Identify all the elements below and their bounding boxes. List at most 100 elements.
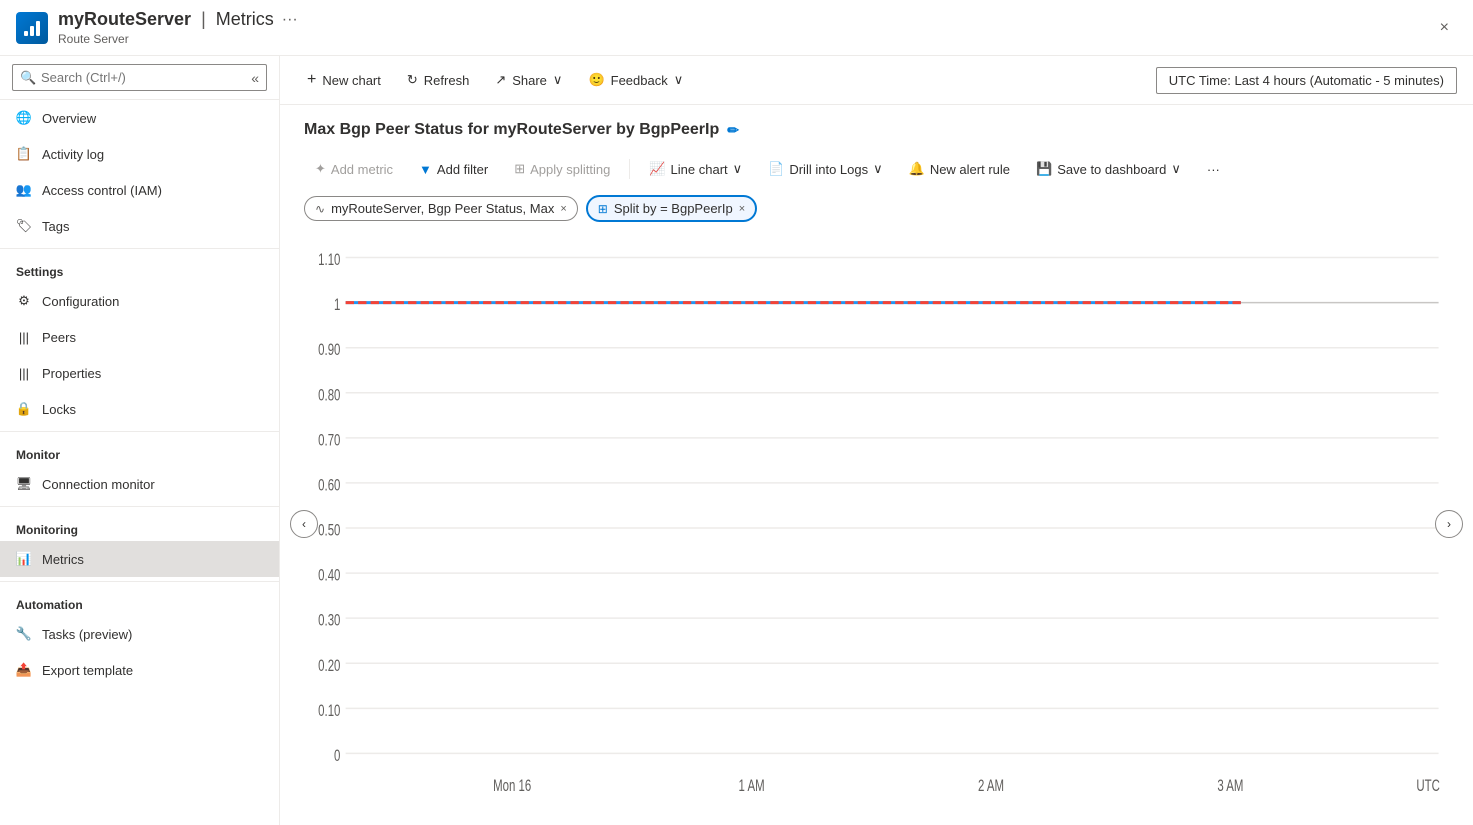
monitor-icon: 🖥	[16, 476, 32, 492]
save-to-dashboard-button[interactable]: 💾 Save to dashboard ∨	[1025, 155, 1192, 183]
sidebar-item-access-control[interactable]: 👥 Access control (IAM)	[0, 172, 279, 208]
svg-text:0.70: 0.70	[318, 431, 340, 450]
close-button[interactable]: ×	[1432, 15, 1457, 41]
logs-icon: 📄	[768, 161, 784, 177]
svg-text:0.80: 0.80	[318, 386, 340, 405]
monitoring-section-header: Monitoring	[0, 511, 279, 541]
split-pill[interactable]: ⊞ Split by = BgpPeerIp ×	[586, 195, 757, 222]
sidebar-collapse-button[interactable]: «	[251, 70, 259, 86]
main-content: + New chart ↻ Refresh ↗ Share ∨ 🙂 Feedba…	[280, 56, 1473, 825]
header-text: myRouteServer | Metrics ··· Route Server	[58, 9, 298, 46]
sidebar-item-connection-monitor-label: Connection monitor	[42, 477, 155, 492]
search-icon: 🔍	[20, 70, 36, 86]
drill-into-logs-button[interactable]: 📄 Drill into Logs ∨	[757, 155, 893, 183]
sidebar-item-export-template-label: Export template	[42, 663, 133, 678]
more-options-button[interactable]: ···	[1196, 156, 1231, 183]
split-pill-close[interactable]: ×	[739, 203, 745, 215]
add-filter-button[interactable]: ▼ Add filter	[408, 156, 499, 183]
share-chevron-icon: ∨	[553, 72, 563, 88]
sidebar-item-overview-label: Overview	[42, 111, 96, 126]
lock-icon: 🔒	[16, 401, 32, 417]
metric-pill[interactable]: ∿ myRouteServer, Bgp Peer Status, Max ×	[304, 196, 578, 221]
automation-section-header: Automation	[0, 586, 279, 616]
search-input[interactable]	[12, 64, 267, 91]
save-to-dashboard-label: Save to dashboard	[1057, 162, 1166, 177]
drill-into-logs-label: Drill into Logs	[789, 162, 868, 177]
svg-text:0.40: 0.40	[318, 567, 340, 586]
feedback-button[interactable]: 🙂 Feedback ∨	[577, 65, 694, 95]
svg-text:0.90: 0.90	[318, 341, 340, 360]
apply-splitting-label: Apply splitting	[530, 162, 610, 177]
sidebar-monitor-section: Monitor 🖥 Connection monitor	[0, 436, 279, 502]
sidebar-item-locks[interactable]: 🔒 Locks	[0, 391, 279, 427]
sidebar-divider-4	[0, 581, 279, 582]
metrics-chart-icon: 📊	[16, 551, 32, 567]
chart-nav-left[interactable]: ‹	[290, 510, 318, 538]
globe-icon: 🌐	[16, 110, 32, 126]
people-icon: 👥	[16, 182, 32, 198]
new-chart-button[interactable]: + New chart	[296, 64, 392, 96]
share-button[interactable]: ↗ Share ∨	[484, 65, 573, 95]
new-alert-rule-button[interactable]: 🔔 New alert rule	[898, 155, 1021, 183]
sidebar-divider-1	[0, 248, 279, 249]
sidebar-automation-section: Automation 🔧 Tasks (preview) 📤 Export te…	[0, 586, 279, 688]
apply-splitting-button[interactable]: ⊞ Apply splitting	[503, 155, 621, 183]
sidebar-settings-section: Settings ⚙ Configuration ||| Peers ||| P…	[0, 253, 279, 427]
sidebar-item-configuration[interactable]: ⚙ Configuration	[0, 283, 279, 319]
app-icon	[16, 12, 48, 44]
sidebar-item-peers[interactable]: ||| Peers	[0, 319, 279, 355]
sidebar-item-connection-monitor[interactable]: 🖥 Connection monitor	[0, 466, 279, 502]
svg-text:UTC: UTC	[1416, 777, 1440, 796]
line-chart-button[interactable]: 📈 Line chart ∨	[638, 155, 753, 183]
sidebar-item-activity-log-label: Activity log	[42, 147, 104, 162]
refresh-label: Refresh	[424, 73, 470, 88]
chart-legend: 10.0.4.10 myRouteServer 1 10.0.3.10 myRo…	[304, 812, 1449, 825]
split-pill-text: Split by = BgpPeerIp	[614, 201, 733, 216]
edit-title-icon[interactable]: ✏	[727, 122, 739, 139]
feedback-label: Feedback	[611, 73, 668, 88]
add-metric-button[interactable]: ✦ Add metric	[304, 155, 404, 183]
sidebar-item-tags[interactable]: 🏷 Tags	[0, 208, 279, 244]
add-metric-sparkle-icon: ✦	[315, 161, 326, 177]
header-more-icon[interactable]: ···	[282, 11, 298, 29]
main-toolbar: + New chart ↻ Refresh ↗ Share ∨ 🙂 Feedba…	[280, 56, 1473, 105]
sidebar-item-configuration-label: Configuration	[42, 294, 119, 309]
sidebar-item-overview[interactable]: 🌐 Overview	[0, 100, 279, 136]
share-icon: ↗	[495, 72, 506, 88]
time-range-selector[interactable]: UTC Time: Last 4 hours (Automatic - 5 mi…	[1156, 67, 1457, 94]
plus-icon: +	[307, 71, 316, 89]
new-alert-rule-label: New alert rule	[930, 162, 1010, 177]
page-title: Metrics	[216, 9, 274, 30]
sidebar-item-export-template[interactable]: 📤 Export template	[0, 652, 279, 688]
sidebar-item-access-control-label: Access control (IAM)	[42, 183, 162, 198]
line-chart-icon: 📈	[649, 161, 665, 177]
svg-text:0.10: 0.10	[318, 702, 340, 721]
settings-section-header: Settings	[0, 253, 279, 283]
sidebar-divider-2	[0, 431, 279, 432]
line-chart-chevron: ∨	[733, 161, 743, 177]
header-resource-type: Route Server	[58, 32, 298, 46]
list-icon: 📋	[16, 146, 32, 162]
refresh-icon: ↻	[407, 72, 418, 88]
svg-text:1 AM: 1 AM	[739, 777, 765, 796]
splitting-icon: ⊞	[514, 161, 525, 177]
sidebar-item-activity-log[interactable]: 📋 Activity log	[0, 136, 279, 172]
export-icon: 📤	[16, 662, 32, 678]
chart-nav-right[interactable]: ›	[1435, 510, 1463, 538]
metric-pill-close[interactable]: ×	[560, 203, 566, 215]
sidebar-item-tasks[interactable]: 🔧 Tasks (preview)	[0, 616, 279, 652]
sidebar-item-metrics[interactable]: 📊 Metrics	[0, 541, 279, 577]
svg-text:0: 0	[334, 747, 340, 766]
svg-text:1.10: 1.10	[318, 251, 340, 270]
app-header: myRouteServer | Metrics ··· Route Server…	[0, 0, 1473, 56]
split-icon: ⊞	[598, 202, 608, 216]
time-range-label: UTC Time: Last 4 hours (Automatic - 5 mi…	[1169, 73, 1444, 88]
svg-text:2 AM: 2 AM	[978, 777, 1004, 796]
chart-container: Max Bgp Peer Status for myRouteServer by…	[280, 105, 1473, 825]
sidebar-item-tasks-label: Tasks (preview)	[42, 627, 132, 642]
sidebar-monitoring-section: Monitoring 📊 Metrics	[0, 511, 279, 577]
save-chevron: ∨	[1171, 161, 1181, 177]
grid-icon: ⚙	[16, 293, 32, 309]
sidebar-item-properties[interactable]: ||| Properties	[0, 355, 279, 391]
refresh-button[interactable]: ↻ Refresh	[396, 65, 480, 95]
